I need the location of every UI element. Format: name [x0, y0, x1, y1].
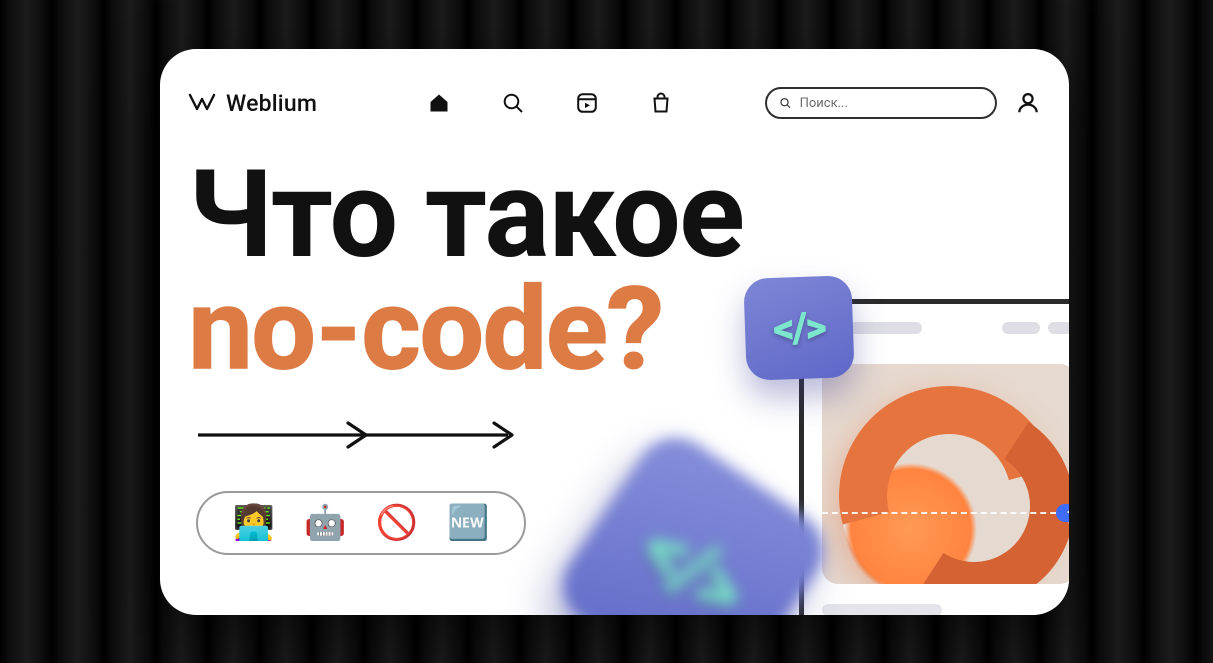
hero-card: Weblium	[160, 49, 1069, 615]
drag-guide-line	[822, 512, 1069, 514]
emoji-no-entry: 🚫	[376, 503, 418, 543]
search-pill-icon	[779, 96, 792, 110]
brand[interactable]: Weblium	[188, 90, 317, 117]
headline: Что такое no-code?	[188, 157, 743, 385]
media-browser-icon[interactable]	[575, 91, 599, 115]
emoji-developer: 👩‍💻	[233, 503, 275, 543]
long-right-arrow-icon	[198, 415, 518, 455]
code-glyph-big-icon: </>	[622, 498, 763, 615]
search-icon[interactable]	[501, 91, 525, 115]
floating-code-tag-large: </>	[547, 422, 839, 615]
headline-line2: no-code?	[188, 275, 743, 385]
home-icon[interactable]	[427, 91, 451, 115]
placeholder-line	[822, 604, 942, 615]
pink-accent-icon	[1058, 608, 1069, 615]
emoji-pill: 👩‍💻 🤖 🚫 🆕	[196, 491, 526, 555]
user-icon[interactable]	[1015, 90, 1041, 116]
device-hero-image: +	[822, 364, 1069, 584]
add-section-chip[interactable]: +	[1056, 504, 1069, 522]
header: Weblium	[188, 83, 1041, 123]
floating-code-tag-small: </>	[743, 275, 854, 381]
cursor-icon	[1068, 522, 1069, 536]
shopping-bag-icon[interactable]	[649, 91, 673, 115]
nav-icons	[427, 91, 673, 115]
emoji-robot: 🤖	[304, 503, 346, 543]
add-chip-label: +	[1067, 505, 1069, 521]
brand-name: Weblium	[226, 90, 317, 117]
placeholder-chip	[1048, 322, 1069, 334]
abstract-twist-graphic	[822, 364, 1069, 584]
device-topbar	[822, 322, 1069, 334]
search-input[interactable]	[800, 96, 983, 111]
placeholder-chip	[1002, 322, 1040, 334]
emoji-new: 🆕	[447, 503, 489, 543]
brand-logo-icon	[188, 92, 216, 114]
code-glyph-icon: </>	[772, 303, 825, 354]
headline-line1: Что такое	[188, 157, 743, 273]
search-input-pill[interactable]	[765, 87, 997, 119]
